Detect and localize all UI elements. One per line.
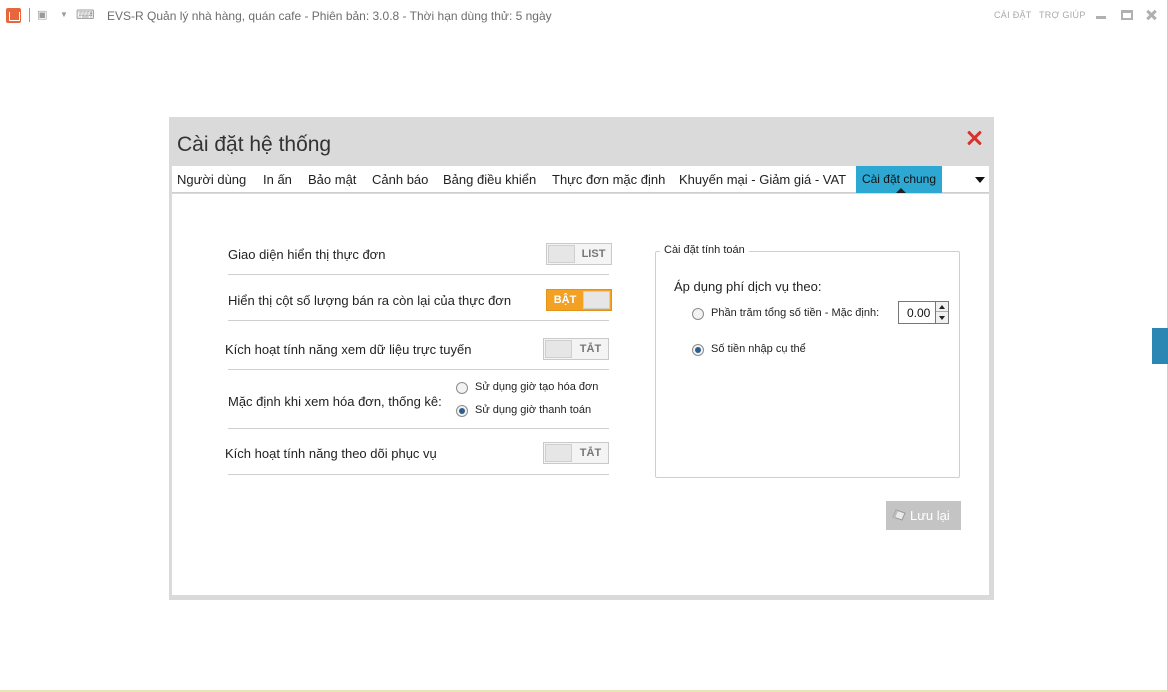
tab-printing[interactable]: In ấn (263, 166, 292, 193)
toggle-knob (583, 291, 610, 309)
app-logo-icon (6, 8, 21, 23)
eraser-icon (892, 509, 906, 521)
window-close-icon[interactable] (1145, 10, 1157, 20)
percent-stepper (935, 301, 949, 324)
tab-default-menu[interactable]: Thực đơn mặc định (552, 166, 665, 193)
invoice-created-time-label: Sử dụng giờ tạo hóa đơn (475, 381, 599, 393)
tab-warnings[interactable]: Cảnh báo (372, 166, 428, 193)
side-panel-handle[interactable] (1152, 328, 1168, 364)
row-divider (228, 320, 609, 321)
toggle-state: BẬT (553, 294, 577, 306)
percent-total-label: Phần trăm tổng số tiền - Mặc định: (711, 307, 880, 319)
row-divider (228, 369, 609, 370)
minimize-icon[interactable] (1095, 10, 1107, 20)
fixed-amount-label: Số tiền nhập cụ thể (711, 343, 806, 355)
title-bar: ▣ ▼ ⌨ EVS-R Quản lý nhà hàng, quán cafe … (0, 0, 1168, 32)
restaurant-icon[interactable]: ▣ (37, 9, 47, 21)
app-window: ▣ ▼ ⌨ EVS-R Quản lý nhà hàng, quán cafe … (0, 0, 1168, 692)
toggle-state: LIST (581, 248, 606, 260)
row-divider (228, 274, 609, 275)
payment-time-label: Sử dụng giờ thanh toán (475, 404, 592, 416)
stepper-up-icon[interactable] (936, 302, 948, 312)
show-remaining-toggle[interactable]: BẬT (546, 289, 612, 311)
menu-display-label: Giao diện hiển thị thực đơn (228, 247, 386, 262)
settings-link[interactable]: CÀI ĐẶT (994, 10, 1032, 20)
general-settings-panel: Giao diện hiển thị thực đơn LIST Hiển th… (172, 194, 989, 595)
calc-group-title: Cài đặt tính toán (660, 244, 749, 256)
online-data-toggle[interactable]: TẮT (543, 338, 609, 360)
menu-display-toggle[interactable]: LIST (546, 243, 612, 265)
row-divider (228, 474, 609, 475)
stepper-down-icon[interactable] (936, 313, 948, 323)
keyboard-icon[interactable]: ⌨ (76, 8, 95, 21)
payment-time-radio[interactable] (456, 405, 468, 417)
row-divider (228, 428, 609, 429)
save-button[interactable]: Lưu lại (886, 501, 961, 530)
dialog-close-icon[interactable] (966, 129, 984, 147)
show-remaining-label: Hiển thị cột số lượng bán ra còn lại của… (228, 293, 512, 308)
invoice-default-label: Mặc định khi xem hóa đơn, thống kê: (228, 394, 442, 409)
system-settings-dialog: Cài đặt hệ thống Người dùng In ấn Bảo mậ… (169, 117, 994, 600)
toolbar-divider (29, 8, 30, 22)
tabs-dropdown-icon[interactable] (975, 177, 985, 183)
help-link[interactable]: TRỢ GIÚP (1039, 10, 1086, 20)
tab-users[interactable]: Người dùng (177, 166, 246, 193)
toggle-knob (548, 245, 575, 263)
invoice-created-time-radio[interactable] (456, 382, 468, 394)
save-button-label: Lưu lại (910, 508, 950, 523)
maximize-icon[interactable] (1121, 10, 1133, 20)
toggle-state: TẮT (579, 343, 602, 355)
service-tracking-label: Kích hoạt tính năng theo dõi phục vụ (225, 446, 437, 461)
tab-bar: Người dùng In ấn Bảo mật Cảnh báo Bảng đ… (172, 166, 989, 193)
tab-general-settings[interactable]: Cài đặt chung (856, 166, 942, 193)
tab-promotion-vat[interactable]: Khuyến mại - Giảm giá - VAT (679, 166, 846, 193)
percent-total-radio[interactable] (692, 308, 704, 320)
toggle-state: TẮT (579, 447, 602, 459)
toggle-knob (545, 444, 572, 462)
default-percent-input[interactable] (898, 301, 938, 324)
app-title: EVS-R Quản lý nhà hàng, quán cafe - Phiê… (107, 9, 552, 23)
chevron-down-icon[interactable]: ▼ (60, 9, 68, 21)
service-tracking-toggle[interactable]: TẮT (543, 442, 609, 464)
dialog-title: Cài đặt hệ thống (177, 133, 332, 156)
service-fee-label: Áp dụng phí dịch vụ theo: (674, 279, 822, 294)
tab-dashboard[interactable]: Bảng điều khiển (443, 166, 536, 193)
fixed-amount-radio[interactable] (692, 344, 704, 356)
tab-security[interactable]: Bảo mật (308, 166, 356, 193)
toggle-knob (545, 340, 572, 358)
online-data-label: Kích hoạt tính năng xem dữ liệu trực tuy… (225, 342, 472, 357)
